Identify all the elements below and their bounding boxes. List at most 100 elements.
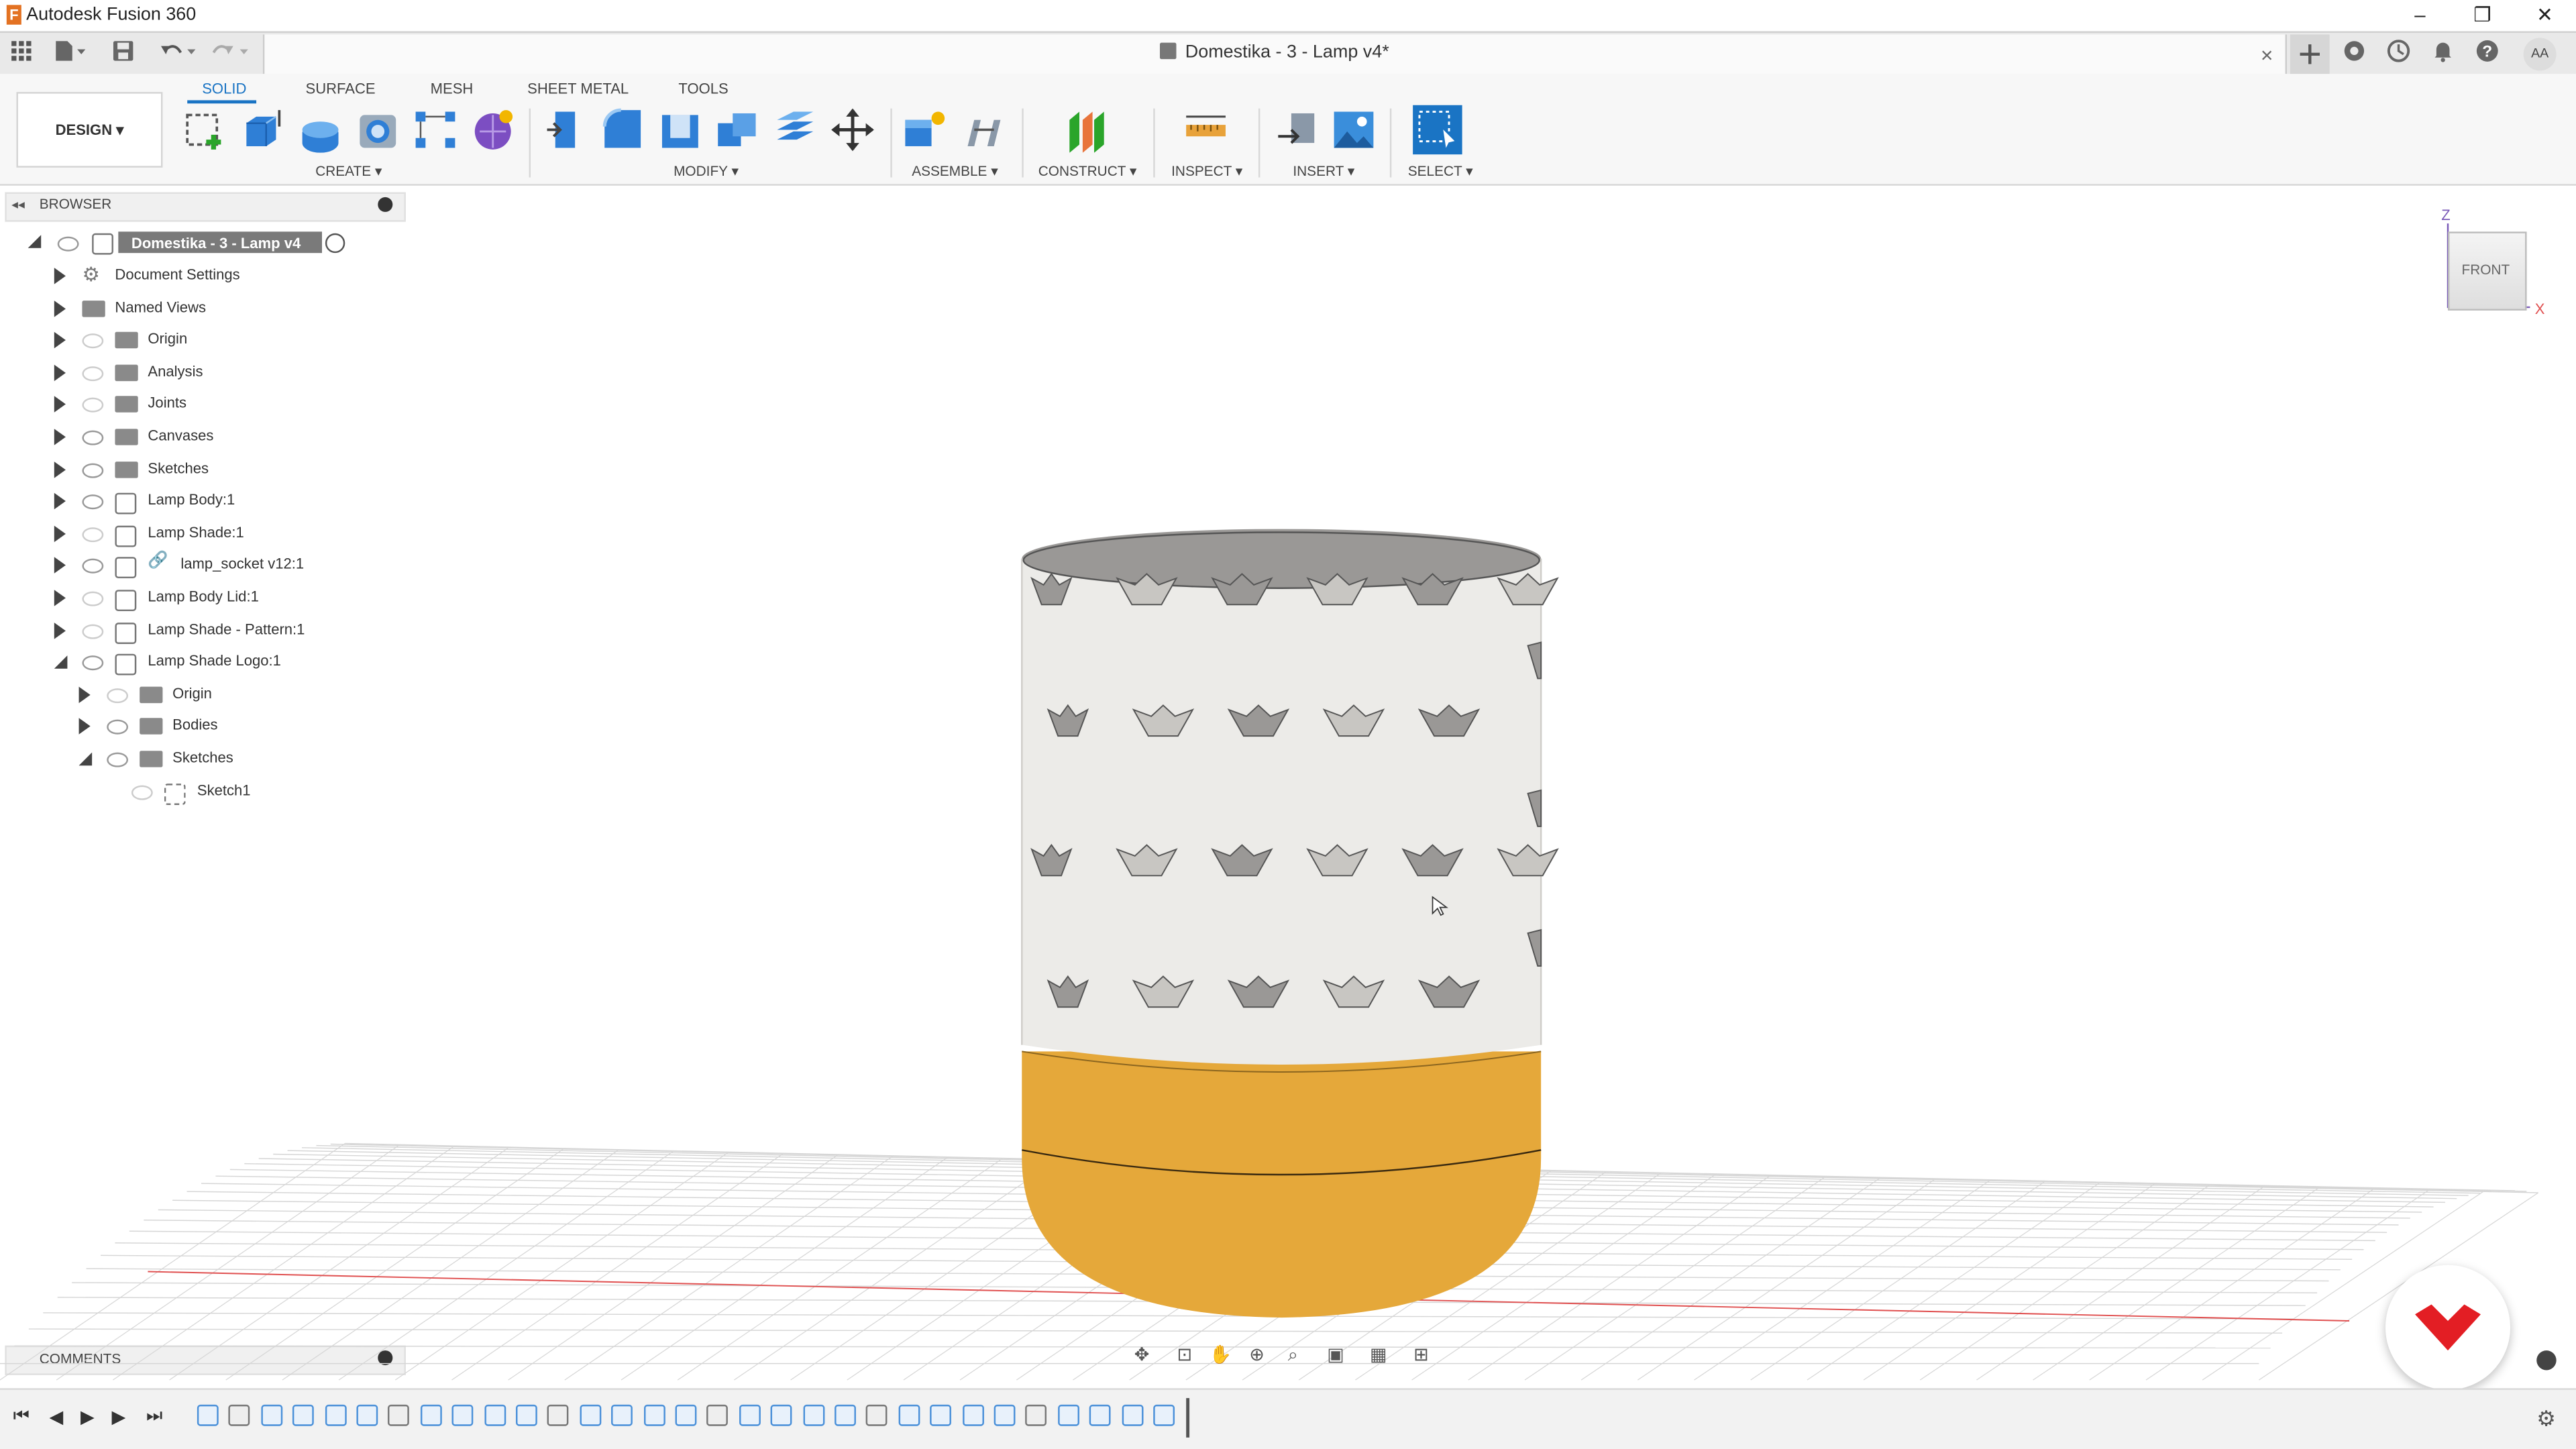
data-panel-grid-icon[interactable] xyxy=(10,40,33,62)
fit-icon[interactable]: ⌕ xyxy=(1281,1344,1304,1366)
look-at-icon[interactable]: ⊡ xyxy=(1173,1344,1196,1366)
viewports-icon[interactable]: ⊞ xyxy=(1409,1344,1432,1366)
extrude-icon[interactable] xyxy=(240,107,286,153)
tab-mesh[interactable]: MESH xyxy=(431,80,474,97)
timeline-feature-icon[interactable] xyxy=(707,1404,729,1426)
timeline-feature-icon[interactable] xyxy=(611,1404,633,1426)
select-menu[interactable]: SELECT ▾ xyxy=(1408,162,1473,180)
offset-plane-icon[interactable] xyxy=(1063,107,1110,153)
offset-face-icon[interactable] xyxy=(772,107,818,153)
timeline-forward-icon[interactable]: ▶ xyxy=(112,1406,126,1428)
timeline-feature-icon[interactable] xyxy=(1153,1404,1175,1426)
close-window-button[interactable]: ✕ xyxy=(2520,1,2569,28)
joint-icon[interactable] xyxy=(961,107,1008,153)
timeline-feature-icon[interactable] xyxy=(515,1404,537,1426)
timeline-feature-icon[interactable] xyxy=(835,1404,856,1426)
display-settings-icon[interactable]: ▣ xyxy=(1324,1344,1347,1366)
timeline-feature-icon[interactable] xyxy=(484,1404,506,1426)
job-status-icon[interactable] xyxy=(2387,40,2410,62)
timeline-feature-icon[interactable] xyxy=(324,1404,346,1426)
undo-icon[interactable] xyxy=(158,40,201,62)
timeline-feature-icon[interactable] xyxy=(866,1404,888,1426)
timeline-play-icon[interactable]: ▶ xyxy=(80,1406,95,1428)
help-icon[interactable]: ? xyxy=(2476,40,2499,62)
rectangular-pattern-icon[interactable] xyxy=(413,107,459,153)
timeline-start-icon[interactable]: ⏮ xyxy=(13,1406,30,1428)
notifications-bell-icon[interactable] xyxy=(2432,40,2455,62)
timeline-feature-icon[interactable] xyxy=(292,1404,315,1426)
restore-button[interactable]: ❐ xyxy=(2458,1,2507,28)
tab-tools[interactable]: TOOLS xyxy=(678,80,728,97)
user-avatar[interactable]: AA xyxy=(2523,38,2557,71)
measure-icon[interactable] xyxy=(1183,107,1229,153)
timeline-settings-gear-icon[interactable]: ⚙ xyxy=(2536,1406,2556,1432)
timeline-feature-icon[interactable] xyxy=(1089,1404,1111,1426)
timeline-feature-icon[interactable] xyxy=(388,1404,410,1426)
viewcube-face-label[interactable]: FRONT xyxy=(2448,261,2524,277)
timeline-feature-icon[interactable] xyxy=(197,1404,219,1426)
timeline-feature-icon[interactable] xyxy=(802,1404,824,1426)
tab-solid[interactable]: SOLID xyxy=(202,80,246,97)
modify-menu[interactable]: MODIFY ▾ xyxy=(674,162,739,180)
workspace-switcher-button[interactable]: DESIGN ▾ xyxy=(16,92,163,168)
revolve-icon[interactable] xyxy=(297,107,343,153)
timeline-feature-icon[interactable] xyxy=(451,1404,474,1426)
grid-settings-icon[interactable]: ▦ xyxy=(1367,1344,1390,1366)
shell-icon[interactable] xyxy=(657,107,704,153)
create-menu[interactable]: CREATE ▾ xyxy=(315,162,382,180)
construct-menu[interactable]: CONSTRUCT ▾ xyxy=(1038,162,1137,180)
new-tab-button[interactable] xyxy=(2290,34,2330,74)
tab-sheet-metal[interactable]: SHEET METAL xyxy=(527,80,629,97)
save-icon[interactable] xyxy=(112,40,135,62)
timeline-feature-icon[interactable] xyxy=(356,1404,378,1426)
insert-derive-icon[interactable] xyxy=(1275,107,1321,153)
timeline-feature-icon[interactable] xyxy=(579,1404,601,1426)
close-tab-icon[interactable]: × xyxy=(2261,43,2273,68)
minimize-button[interactable]: – xyxy=(2396,1,2445,28)
timeline-feature-icon[interactable] xyxy=(1121,1404,1143,1426)
timeline-feature-icon[interactable] xyxy=(994,1404,1016,1426)
assemble-menu[interactable]: ASSEMBLE ▾ xyxy=(912,162,998,180)
redo-icon[interactable] xyxy=(210,40,253,62)
timeline-feature-icon[interactable] xyxy=(260,1404,282,1426)
create-sketch-icon[interactable] xyxy=(182,107,229,153)
pan-hand-icon[interactable]: ✋ xyxy=(1209,1344,1232,1366)
hole-icon[interactable] xyxy=(355,107,401,153)
press-pull-icon[interactable] xyxy=(542,107,588,153)
viewport-settings-icon[interactable] xyxy=(2536,1350,2557,1371)
timeline-back-icon[interactable]: ◀ xyxy=(49,1406,63,1428)
timeline-feature-icon[interactable] xyxy=(1057,1404,1079,1426)
timeline-marker[interactable] xyxy=(1186,1398,1190,1438)
inspect-menu[interactable]: INSPECT ▾ xyxy=(1171,162,1242,180)
timeline-feature-icon[interactable] xyxy=(1026,1404,1047,1426)
move-copy-icon[interactable] xyxy=(830,107,876,153)
timeline-feature-icon[interactable] xyxy=(739,1404,761,1426)
select-tool-icon[interactable] xyxy=(1413,105,1462,155)
3d-viewport[interactable] xyxy=(0,184,2576,1388)
timeline-feature-icon[interactable] xyxy=(547,1404,570,1426)
zoom-icon[interactable]: ⊕ xyxy=(1245,1344,1268,1366)
document-tab[interactable]: Domestika - 3 - Lamp v4* xyxy=(262,34,2288,74)
timeline-feature-icon[interactable] xyxy=(675,1404,697,1426)
timeline-feature-icon[interactable] xyxy=(898,1404,920,1426)
file-menu-icon[interactable] xyxy=(52,40,86,62)
tab-surface[interactable]: SURFACE xyxy=(306,80,376,97)
new-component-icon[interactable] xyxy=(902,107,949,153)
orbit-icon[interactable]: ✥ xyxy=(1130,1344,1153,1366)
timeline-feature-icon[interactable] xyxy=(930,1404,952,1426)
timeline-end-icon[interactable]: ⏭ xyxy=(146,1406,162,1428)
lamp-shade-body[interactable] xyxy=(1021,529,1559,1065)
insert-canvas-icon[interactable] xyxy=(1331,107,1377,153)
timeline-feature-icon[interactable] xyxy=(962,1404,983,1426)
extensions-icon[interactable] xyxy=(2343,40,2365,62)
timeline-feature-icon[interactable] xyxy=(771,1404,792,1426)
create-form-icon[interactable] xyxy=(470,107,516,153)
timeline-feature-icon[interactable] xyxy=(643,1404,665,1426)
lamp-base-body[interactable] xyxy=(1022,1051,1542,1318)
insert-menu[interactable]: INSERT ▾ xyxy=(1293,162,1354,180)
combine-icon[interactable] xyxy=(714,107,761,153)
timeline-feature-icon[interactable] xyxy=(229,1404,251,1426)
fusion-window: F Autodesk Fusion 360 – ❐ ✕ Domestika - … xyxy=(0,0,2576,1449)
fillet-icon[interactable] xyxy=(600,107,646,153)
timeline-feature-icon[interactable] xyxy=(420,1404,442,1426)
